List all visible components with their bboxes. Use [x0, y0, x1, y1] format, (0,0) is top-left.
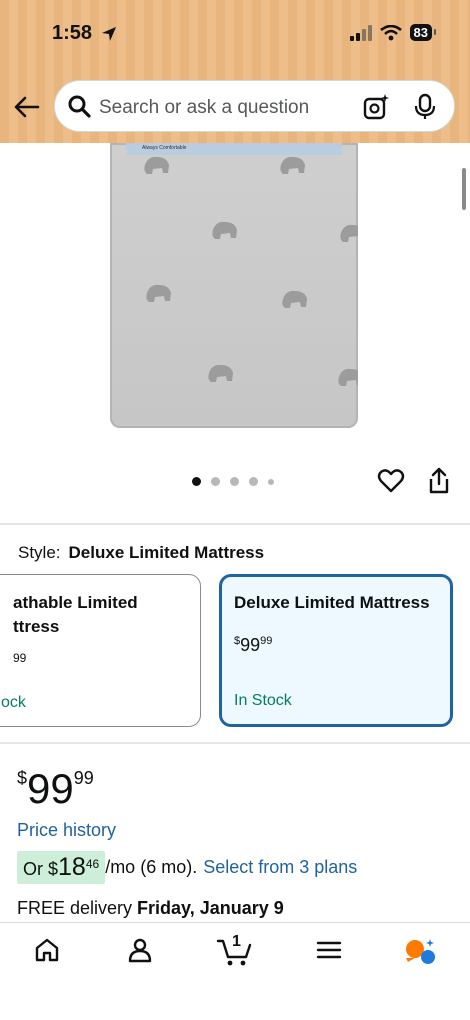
menu-icon[interactable] [316, 937, 342, 963]
cart-count-badge: 1 [232, 933, 241, 950]
status-time: 1:58 [52, 22, 93, 44]
style-option-title: athable Limited ttress [13, 593, 138, 636]
heart-icon[interactable] [377, 467, 405, 495]
monthly-payment: Or $1846 /mo (6 mo). Select from 3 plans [17, 850, 357, 884]
delivery-date: Friday, January 9 [137, 898, 284, 918]
elephant-print-icon [212, 221, 237, 239]
status-indicators: 83 [349, 24, 437, 41]
header: 1:58 83 Search or ask a question [0, 0, 470, 143]
style-option-stock: ock [1, 694, 26, 711]
style-option-card-selected[interactable]: Deluxe Limited Mattress $9999 In Stock [219, 574, 453, 727]
battery-indicator: 83 [409, 24, 437, 41]
elephant-print-icon [146, 284, 171, 302]
home-icon[interactable] [34, 937, 60, 963]
rufus-assistant-icon[interactable] [404, 937, 438, 967]
select-plans-link[interactable]: Select from 3 plans [203, 857, 357, 878]
price-history-link[interactable]: Price history [17, 820, 116, 841]
elephant-print-icon [208, 364, 233, 382]
elephant-print-icon [280, 156, 305, 174]
camera-search-icon[interactable] [362, 93, 390, 121]
product-image[interactable]: Always Comfortable [110, 143, 358, 428]
back-arrow-icon[interactable] [12, 92, 42, 122]
image-carousel-dots[interactable] [192, 477, 274, 486]
carousel-dot[interactable] [211, 477, 220, 486]
style-option-stock: In Stock [234, 692, 292, 709]
microphone-icon[interactable] [412, 93, 438, 121]
search-input[interactable]: Search or ask a question [54, 80, 455, 132]
style-option-price: 99 [13, 651, 27, 665]
monthly-amount: Or $1846 [17, 850, 106, 884]
style-option-card[interactable]: athable Limited ttress 99 ock [0, 574, 201, 727]
carousel-dot[interactable] [230, 477, 239, 486]
section-divider [0, 742, 470, 744]
search-icon [68, 95, 91, 118]
carousel-dot[interactable] [249, 477, 258, 486]
scrollbar[interactable] [462, 168, 466, 210]
price: $9999 [17, 765, 94, 812]
elephant-print-icon [340, 224, 358, 242]
carousel-dot-active[interactable] [192, 477, 201, 486]
share-icon[interactable] [427, 467, 451, 495]
account-icon[interactable] [127, 937, 153, 963]
product-page: 1:58 83 Search or ask a question Always … [0, 0, 470, 1020]
location-arrow-icon [102, 27, 116, 41]
search-placeholder: Search or ask a question [99, 97, 310, 118]
style-selector-label: Style: Deluxe Limited Mattress [18, 543, 265, 562]
section-divider [0, 523, 470, 525]
delivery-info: FREE delivery Friday, January 9 [17, 898, 284, 918]
signal-icon [349, 24, 372, 41]
style-option-title: Deluxe Limited Mattress [234, 593, 430, 612]
elephant-print-icon [338, 368, 358, 386]
elephant-print-icon [144, 156, 169, 174]
selected-style: Deluxe Limited Mattress [68, 543, 265, 562]
carousel-dot[interactable] [268, 478, 274, 485]
elephant-print-icon [282, 290, 307, 308]
style-option-price: $9999 [234, 635, 273, 655]
wifi-icon [379, 24, 402, 40]
